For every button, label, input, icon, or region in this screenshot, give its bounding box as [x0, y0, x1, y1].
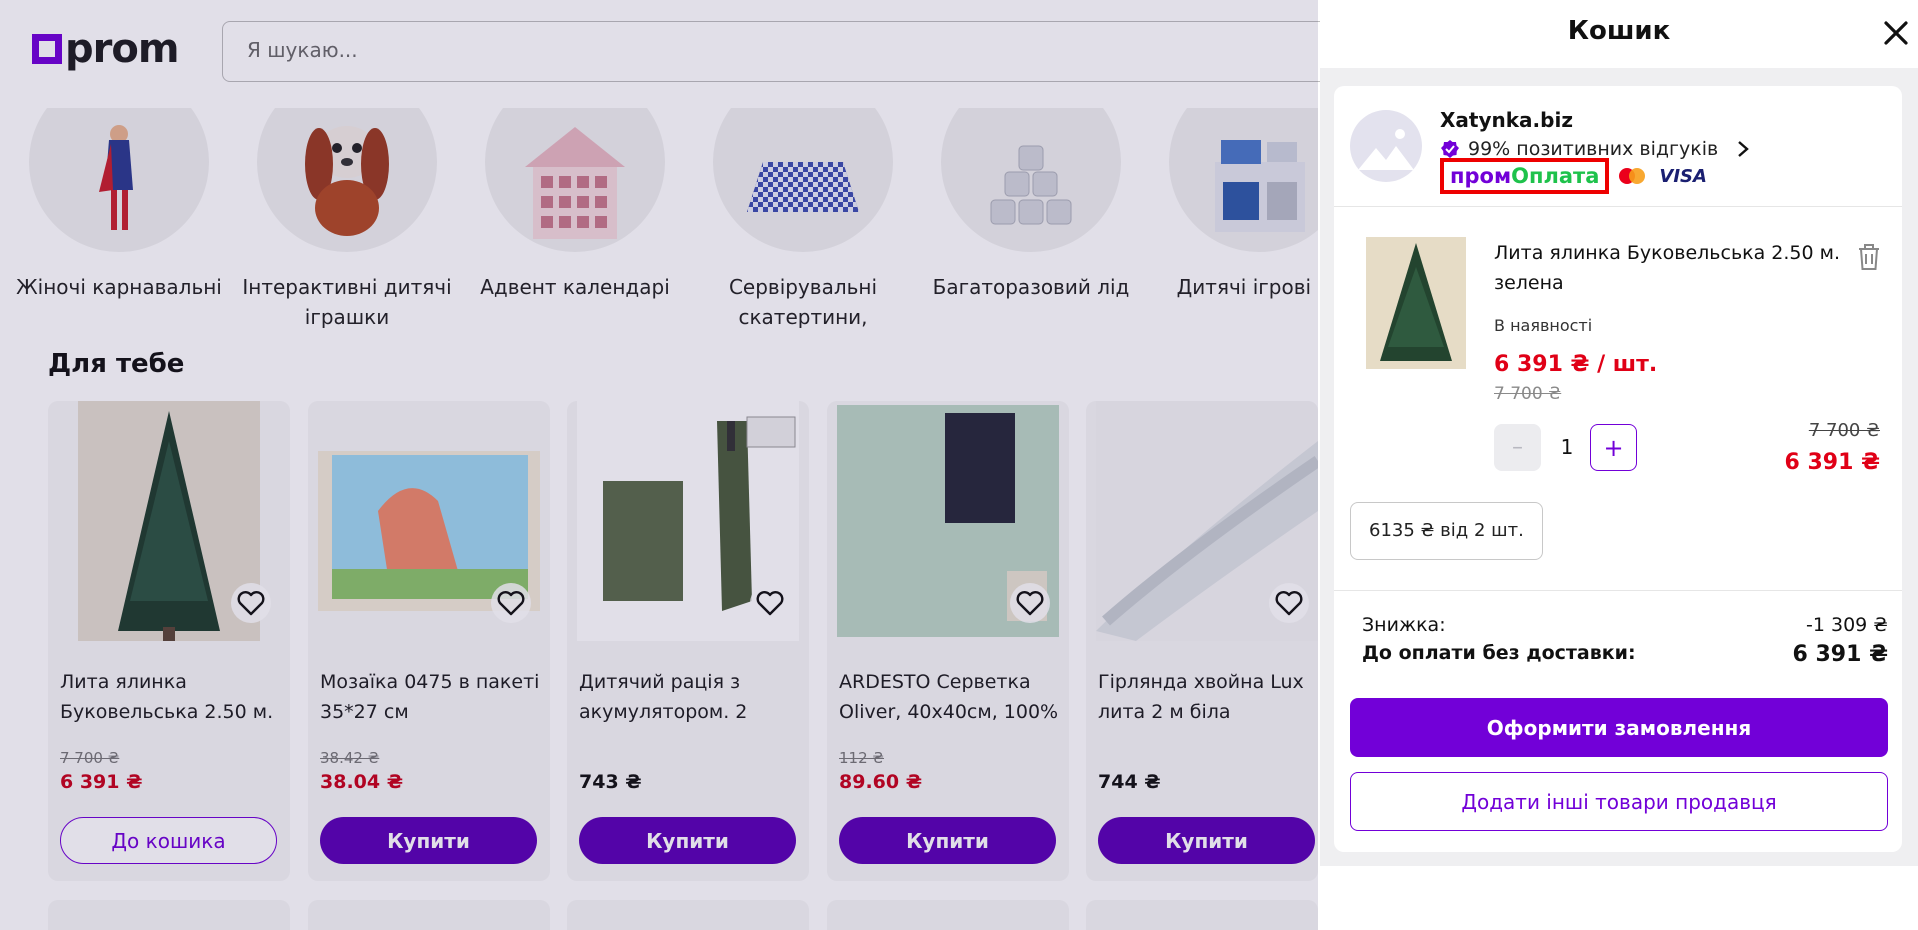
total-row: До оплати без доставки: 6 391 ₴ [1362, 642, 1888, 667]
cart-drawer: Кошик Xatynka.biz 99% позитивних відгукі… [1320, 0, 1918, 930]
cart-header: Кошик [1320, 0, 1918, 68]
divider [1334, 590, 1902, 591]
cart-title: Кошик [1567, 16, 1671, 46]
promo-prefix: пром [1450, 164, 1512, 188]
add-more-seller-items-button[interactable]: Додати інші товари продавця [1350, 772, 1888, 831]
divider [1334, 206, 1902, 207]
quantity-decrease-button[interactable]: – [1494, 424, 1541, 471]
availability-status: В наявності [1494, 316, 1593, 335]
modal-backdrop[interactable] [0, 0, 1318, 930]
cart-item-title[interactable]: Лита ялинка Буковельська 2.50 м. зелена [1494, 238, 1864, 298]
seller-avatar[interactable] [1350, 110, 1422, 182]
seller-cart-group: Xatynka.biz 99% позитивних відгуків пром… [1334, 86, 1902, 852]
promo-suffix: Оплата [1511, 164, 1600, 188]
payment-methods: пром Оплата VISA [1440, 158, 1707, 194]
trash-icon[interactable] [1856, 242, 1882, 272]
total-label: До оплати без доставки: [1362, 642, 1636, 664]
chevron-right-icon[interactable] [1736, 140, 1750, 158]
seller-name[interactable]: Xatynka.biz [1440, 108, 1573, 132]
quantity-value[interactable]: 1 [1542, 424, 1592, 471]
discount-label: Знижка: [1362, 614, 1446, 636]
close-icon[interactable] [1880, 17, 1912, 49]
line-price: 6 391 ₴ [1784, 450, 1880, 475]
seller-rating[interactable]: 99% позитивних відгуків [1440, 138, 1750, 160]
discount-value: -1 309 ₴ [1806, 614, 1888, 636]
line-old-price: 7 700 ₴ [1808, 420, 1880, 441]
cart-item-image[interactable] [1366, 237, 1466, 369]
bulk-offer-chip[interactable]: 6135 ₴ від 2 шт. [1350, 502, 1543, 560]
rating-text: 99% позитивних відгуків [1468, 138, 1719, 160]
visa-icon: VISA [1659, 165, 1707, 187]
cart-footer-area [1320, 866, 1918, 930]
prom-oplata-badge: пром Оплата [1440, 158, 1610, 194]
total-value: 6 391 ₴ [1792, 642, 1888, 667]
unit-price: 6 391 ₴ / шт. [1494, 352, 1658, 377]
mastercard-icon [1619, 168, 1646, 184]
unit-old-price: 7 700 ₴ [1494, 384, 1562, 404]
quantity-increase-button[interactable]: + [1590, 424, 1637, 471]
discount-row: Знижка: -1 309 ₴ [1362, 614, 1888, 636]
checkout-button[interactable]: Оформити замовлення [1350, 698, 1888, 757]
verified-badge-icon [1441, 140, 1459, 158]
